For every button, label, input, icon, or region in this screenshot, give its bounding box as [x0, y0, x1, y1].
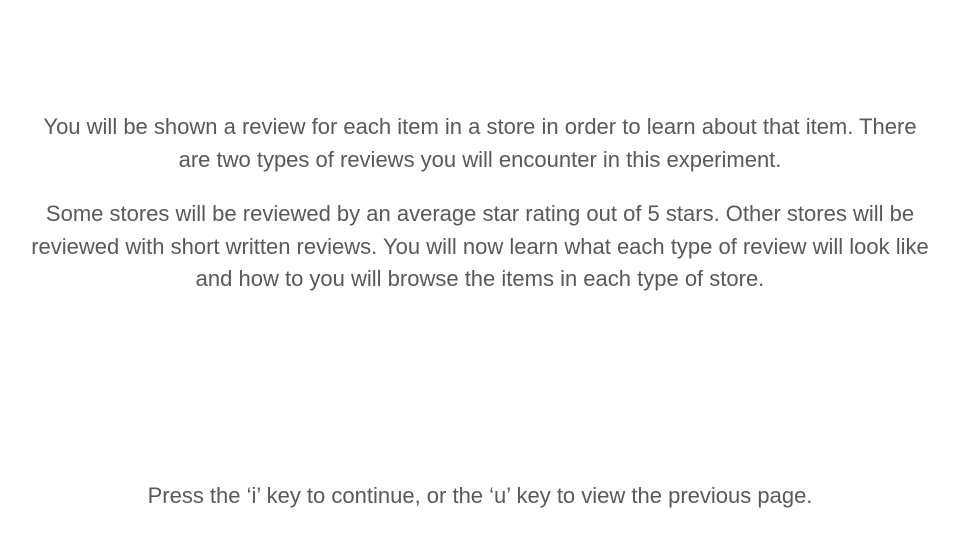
instructions-block: You will be shown a review for each item… [30, 111, 930, 296]
instruction-slide: You will be shown a review for each item… [0, 0, 960, 540]
navigation-prompt: Press the ‘i’ key to continue, or the ‘u… [147, 483, 813, 508]
instruction-paragraph-1: You will be shown a review for each item… [43, 114, 917, 172]
instruction-paragraph-2: Some stores will be reviewed by an avera… [31, 201, 929, 291]
